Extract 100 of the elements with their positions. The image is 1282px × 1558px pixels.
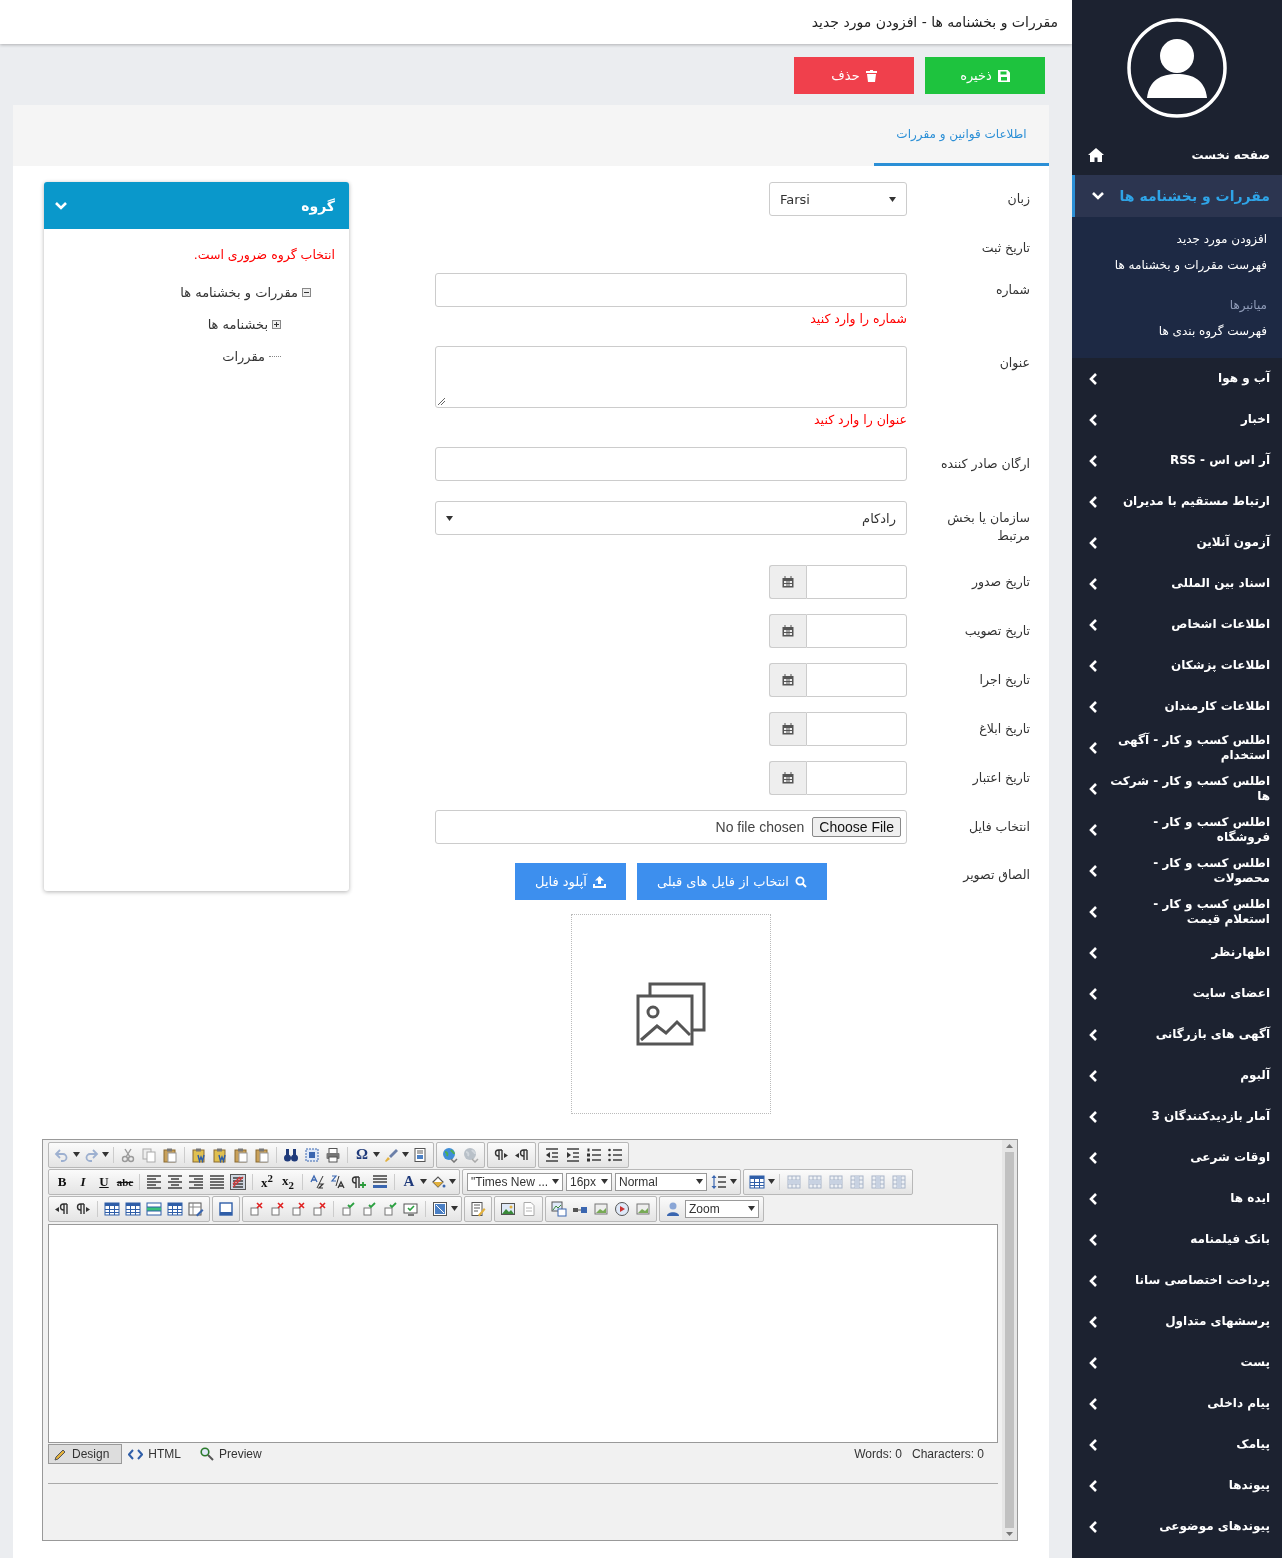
collapse-icon[interactable] <box>302 287 311 297</box>
chevron-left-icon[interactable] <box>1088 863 1098 878</box>
calendar-button[interactable] <box>769 663 806 697</box>
file-field[interactable]: No file chosen Choose File <box>435 810 907 844</box>
subscript-button[interactable]: x$_{2}$ <box>278 1172 298 1191</box>
screen-check-icon[interactable] <box>403 1200 419 1217</box>
menu-item[interactable]: ارتباط مستقیم با مدیران <box>1122 494 1270 509</box>
menu-item[interactable]: پرداخت اختصاصی سانا <box>1135 1273 1270 1288</box>
chevron-left-icon[interactable] <box>1088 494 1098 509</box>
menu-item[interactable]: آلبوم <box>1240 1068 1270 1083</box>
align-left-icon[interactable] <box>146 1173 162 1190</box>
special-character-button[interactable]: Ω <box>352 1146 372 1163</box>
frame-icon[interactable] <box>218 1200 234 1217</box>
image-placeholder[interactable] <box>571 914 771 1114</box>
chevron-left-icon[interactable] <box>1088 371 1098 386</box>
box-x-icon[interactable] <box>290 1200 306 1217</box>
chevron-left-icon[interactable] <box>1088 576 1098 591</box>
table-icon[interactable] <box>125 1200 141 1217</box>
screen-x-icon[interactable] <box>311 1200 327 1217</box>
chevron-down-icon[interactable] <box>1091 191 1105 201</box>
text-field[interactable] <box>435 447 907 481</box>
chevron-left-icon[interactable] <box>1088 1478 1098 1493</box>
highlight-icon[interactable] <box>230 1173 246 1190</box>
strikethrough-button[interactable]: abc <box>115 1175 135 1188</box>
avatar-icon[interactable] <box>1127 17 1227 118</box>
delete-button[interactable]: حذف <box>794 57 914 94</box>
chevron-left-icon[interactable] <box>1088 1027 1098 1042</box>
menu-item[interactable]: اطلس کسب و کار - شرکت ها <box>1110 773 1270 804</box>
box-x-icon[interactable] <box>269 1200 285 1217</box>
menu-item[interactable]: اطلاعات پزشکان <box>1171 658 1270 673</box>
align-justify-icon[interactable] <box>209 1173 225 1190</box>
chevron-left-icon[interactable] <box>1088 699 1098 714</box>
chevron-left-icon[interactable] <box>1088 1191 1098 1206</box>
tree-item[interactable]: مقررات <box>222 348 265 364</box>
submenu-item[interactable]: فهرست گروه بندی ها <box>1087 318 1267 344</box>
chevron-left-icon[interactable] <box>1088 1437 1098 1452</box>
scrollbar[interactable] <box>1002 1140 1017 1540</box>
superscript-button[interactable]: x$^{2}$ <box>257 1171 277 1192</box>
date-field[interactable] <box>806 761 907 795</box>
tree-item[interactable]: بخشنامه ها <box>207 316 268 332</box>
chevron-left-icon[interactable] <box>1088 1109 1098 1124</box>
menu-item[interactable]: پیام داخلی <box>1207 1396 1270 1411</box>
mode-tab[interactable]: Design <box>48 1444 123 1464</box>
italic-button[interactable]: I <box>73 1173 93 1190</box>
calendar-button[interactable] <box>769 712 806 746</box>
chevron-left-icon[interactable] <box>1088 535 1098 550</box>
chevron-left-icon[interactable] <box>1088 904 1098 919</box>
date-field[interactable] <box>806 663 907 697</box>
box-check-icon[interactable] <box>340 1200 356 1217</box>
chevron-left-icon[interactable] <box>1088 781 1098 796</box>
scroll-down-icon[interactable] <box>1006 1532 1013 1536</box>
menu-item[interactable]: اطلس کسب و کار - محصولات <box>1110 855 1270 886</box>
box-check-icon[interactable] <box>361 1200 377 1217</box>
chevron-left-icon[interactable] <box>1088 1150 1098 1165</box>
chevron-left-icon[interactable] <box>1088 1519 1098 1534</box>
chevron-left-icon[interactable] <box>1088 412 1098 427</box>
scroll-up-icon[interactable] <box>1006 1144 1013 1148</box>
submenu-item[interactable]: افزودن مورد جدید <box>1087 226 1267 252</box>
binoculars-icon[interactable] <box>283 1146 299 1163</box>
image-icon[interactable] <box>500 1200 516 1217</box>
mode-tab[interactable]: Preview <box>194 1444 275 1464</box>
chevron-left-icon[interactable] <box>1088 658 1098 673</box>
scissors-icon[interactable] <box>120 1146 136 1163</box>
align-block-icon[interactable] <box>372 1173 388 1190</box>
menu-item[interactable]: اطلس کسب و کار - آگهی استخدام <box>1110 732 1270 763</box>
calendar-button[interactable] <box>769 614 806 648</box>
bullet-list-icon[interactable] <box>607 1146 623 1163</box>
date-field[interactable] <box>806 565 907 599</box>
chevron-left-icon[interactable] <box>1088 986 1098 1001</box>
table-icon[interactable] <box>167 1200 183 1217</box>
menu-item[interactable]: پیامک <box>1236 1437 1270 1452</box>
clipboard-icon[interactable] <box>162 1146 178 1163</box>
menu-item[interactable]: ایده ها <box>1230 1191 1270 1206</box>
text-format-icon[interactable] <box>309 1173 325 1190</box>
zoom-select[interactable]: Zoom <box>685 1199 759 1218</box>
text-direction-icon[interactable] <box>54 1200 70 1217</box>
table-icon[interactable] <box>104 1200 120 1217</box>
font-select[interactable]: "Times New ... <box>467 1172 563 1191</box>
chevron-left-icon[interactable] <box>1088 453 1098 468</box>
chevron-left-icon[interactable] <box>1088 822 1098 837</box>
select-all-icon[interactable] <box>304 1146 320 1163</box>
image-icon[interactable] <box>551 1200 567 1217</box>
menu-item[interactable]: آب و هوا <box>1218 371 1270 386</box>
menu-item[interactable]: اطلس کسب و کار - فروشگاه <box>1110 814 1270 845</box>
menu-item[interactable]: آر اس اس - RSS <box>1169 453 1270 468</box>
table-icon[interactable] <box>146 1200 162 1217</box>
menu-item[interactable]: آمار بازدیدکنندگان 3 <box>1151 1109 1270 1124</box>
select-field[interactable]: رادکام <box>435 501 907 535</box>
user-icon[interactable] <box>665 1200 681 1217</box>
clipboard-icon[interactable] <box>212 1146 228 1163</box>
chevron-left-icon[interactable] <box>1088 945 1098 960</box>
calendar-button[interactable] <box>769 565 806 599</box>
outdent-icon[interactable] <box>544 1146 560 1163</box>
date-field[interactable] <box>806 712 907 746</box>
underline-button[interactable]: U <box>94 1173 114 1190</box>
menu-item[interactable]: پیوندها <box>1228 1478 1270 1493</box>
clipboard-icon[interactable] <box>191 1146 207 1163</box>
media-icon[interactable] <box>614 1200 630 1217</box>
date-field[interactable] <box>806 614 907 648</box>
menu-item[interactable]: اطلس کسب و کار - استعلام قیمت <box>1110 896 1270 927</box>
